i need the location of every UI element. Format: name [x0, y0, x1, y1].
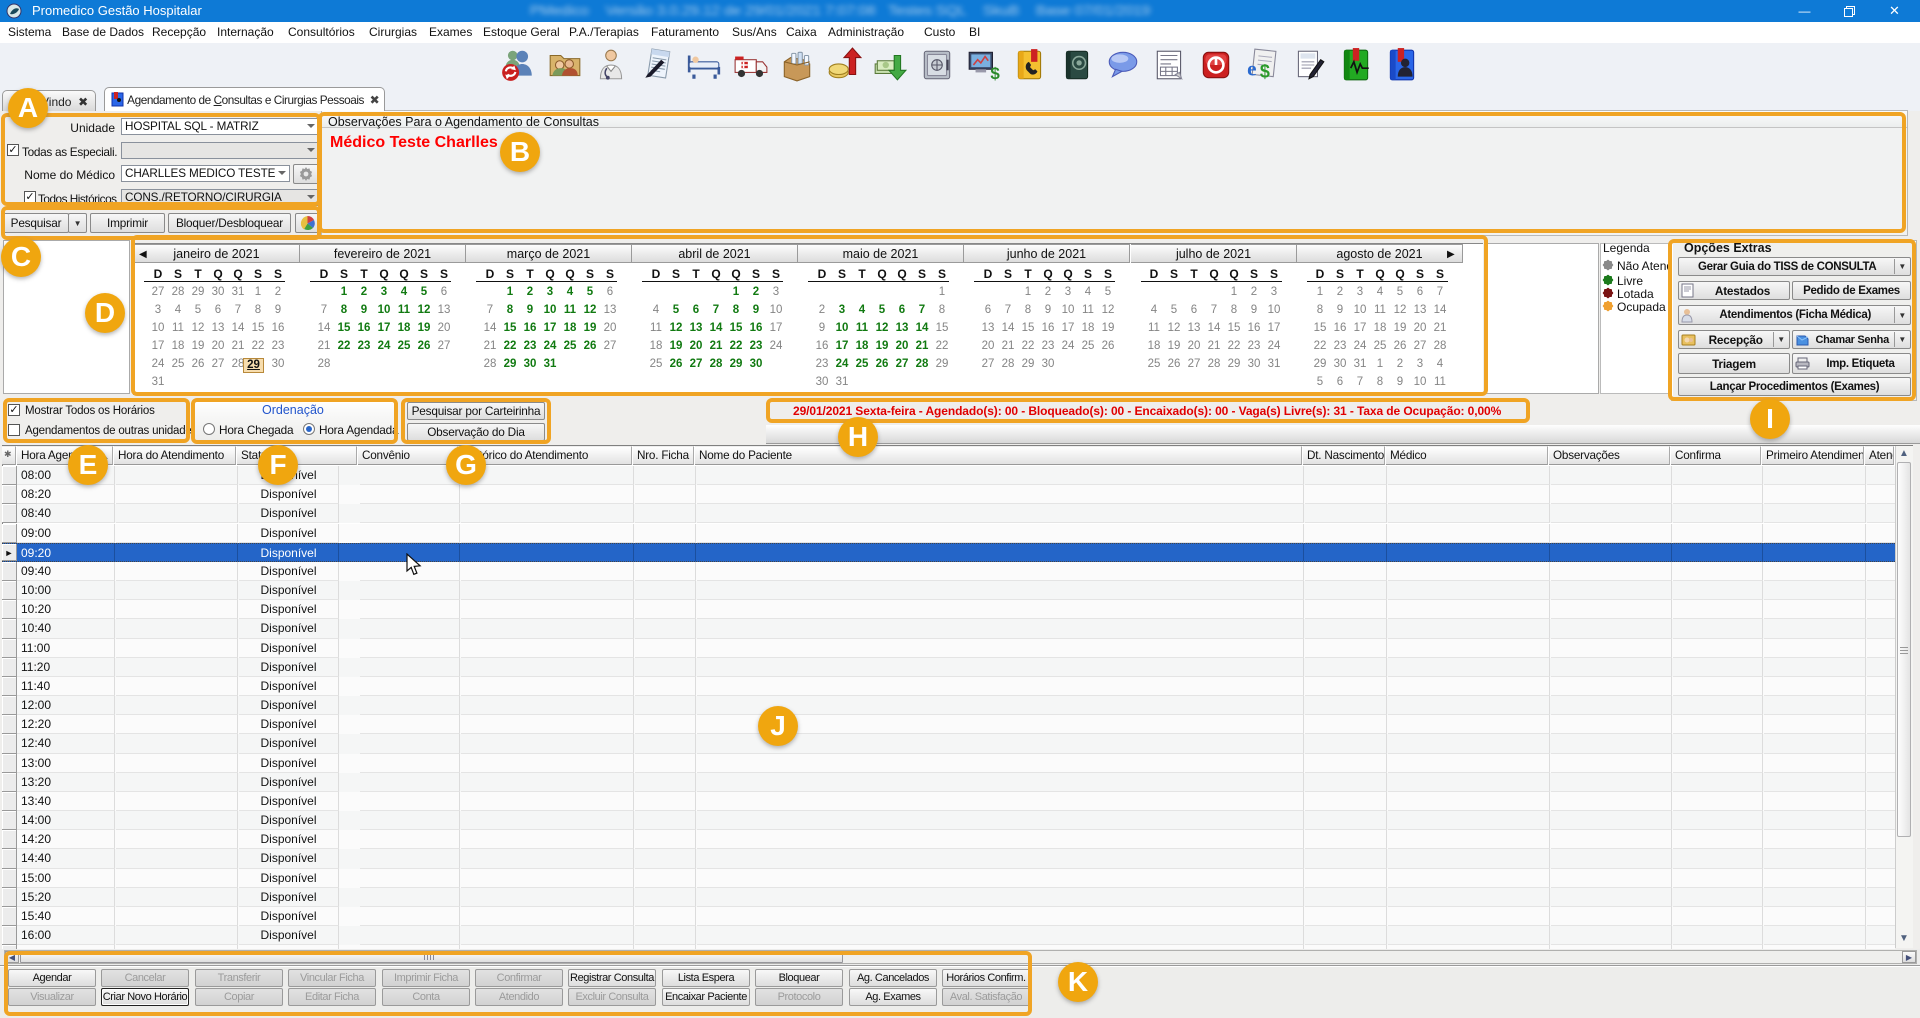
svg-text:$: $ — [1260, 62, 1270, 82]
svg-text:$: $ — [990, 64, 1000, 83]
svg-text:e: e — [1247, 57, 1256, 81]
